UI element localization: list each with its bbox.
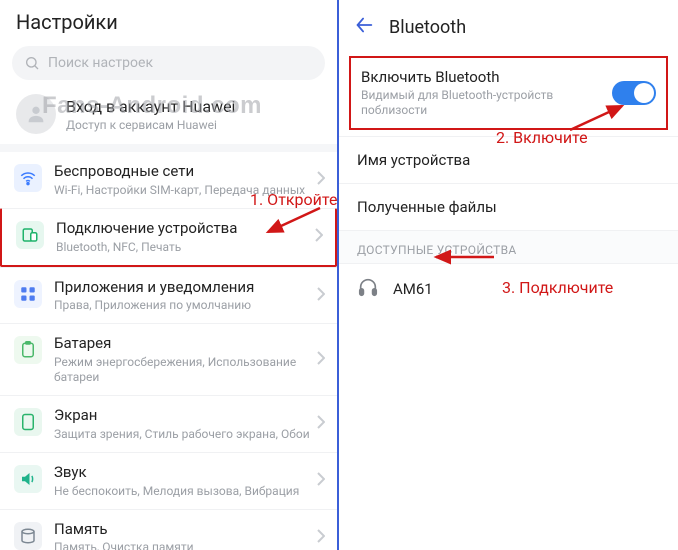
chevron-right-icon: [317, 286, 325, 305]
item-title: Память: [54, 520, 313, 539]
chevron-right-icon: [317, 528, 325, 547]
item-title: Экран: [54, 406, 313, 425]
item-title: Подключение устройства: [56, 219, 311, 238]
settings-item-battery[interactable]: Батарея Режим энергосбережения, Использо…: [0, 323, 337, 395]
profile-subtitle: Доступ к сервисам Huawei: [66, 118, 235, 132]
search-input[interactable]: Поиск настроек: [12, 46, 325, 80]
device-name-row[interactable]: Имя устройства: [339, 136, 678, 183]
chevron-right-icon: [317, 350, 325, 369]
avatar: [16, 94, 56, 134]
bt-toggle-title: Включить Bluetooth: [361, 68, 612, 86]
item-subtitle: Режим энергосбережения, Использование ба…: [54, 355, 313, 385]
chevron-right-icon: [317, 471, 325, 490]
settings-item-screen[interactable]: Экран Защита зрения, Стиль рабочего экра…: [0, 395, 337, 452]
battery-icon: [14, 336, 42, 364]
screen-icon: [14, 408, 42, 436]
item-subtitle: Память, Очистка памяти: [54, 540, 313, 550]
device-name: AM61: [393, 280, 433, 298]
settings-item-wifi[interactable]: Беспроводные сети Wi-Fi, Настройки SIM-к…: [0, 152, 337, 208]
chevron-right-icon: [317, 170, 325, 189]
item-title: Звук: [54, 463, 313, 482]
available-devices-label: ДОСТУПНЫЕ УСТРОЙСТВА: [339, 230, 678, 263]
bluetooth-title: Bluetooth: [389, 17, 466, 38]
bluetooth-toggle-row[interactable]: Включить Bluetooth Видимый для Bluetooth…: [349, 56, 668, 130]
chevron-right-icon: [315, 227, 323, 246]
item-title: Батарея: [54, 334, 313, 353]
profile-row[interactable]: Вход в аккаунт Huawei Доступ к сервисам …: [0, 84, 337, 144]
chevron-right-icon: [317, 414, 325, 433]
profile-title: Вход в аккаунт Huawei: [66, 97, 235, 116]
item-title: Приложения и уведомления: [54, 278, 313, 297]
bluetooth-panel: Bluetooth Включить Bluetooth Видимый для…: [339, 0, 678, 550]
section-divider: [0, 144, 337, 152]
storage-icon: [14, 522, 42, 550]
settings-item-apps[interactable]: Приложения и уведомления Права, Приложен…: [0, 267, 337, 324]
item-subtitle: Защита зрения, Стиль рабочего экрана, Об…: [54, 427, 313, 442]
settings-item-storage[interactable]: Память Память, Очистка памяти: [0, 509, 337, 550]
device-row[interactable]: AM61: [339, 263, 678, 314]
item-subtitle: Wi-Fi, Настройки SIM-карт, Передача данн…: [54, 183, 313, 198]
item-subtitle: Bluetooth, NFC, Печать: [56, 240, 311, 255]
arrow-left-icon: [353, 14, 375, 36]
item-title: Беспроводные сети: [54, 162, 313, 181]
wifi-icon: [14, 164, 42, 192]
person-icon: [25, 103, 47, 125]
switch-knob: [634, 83, 654, 103]
settings-panel: Настройки Поиск настроек Вход в аккаунт …: [0, 0, 339, 550]
bt-toggle-subtitle: Видимый для Bluetooth-устройств поблизос…: [361, 88, 612, 118]
settings-item-sound[interactable]: Звук Не беспокоить, Мелодия вызова, Вибр…: [0, 452, 337, 509]
apps-icon: [14, 280, 42, 308]
settings-item-devices[interactable]: Подключение устройства Bluetooth, NFC, П…: [0, 208, 337, 267]
devices-icon: [16, 221, 44, 249]
headphones-icon: [357, 276, 379, 302]
search-icon: [24, 55, 40, 71]
back-button[interactable]: [353, 14, 375, 40]
settings-title: Настройки: [0, 0, 337, 40]
bluetooth-switch[interactable]: [612, 81, 656, 105]
search-placeholder: Поиск настроек: [48, 55, 153, 71]
item-subtitle: Права, Приложения по умолчанию: [54, 298, 313, 313]
sound-icon: [14, 465, 42, 493]
received-files-row[interactable]: Полученные файлы: [339, 183, 678, 230]
item-subtitle: Не беспокоить, Мелодия вызова, Вибрация: [54, 484, 313, 499]
